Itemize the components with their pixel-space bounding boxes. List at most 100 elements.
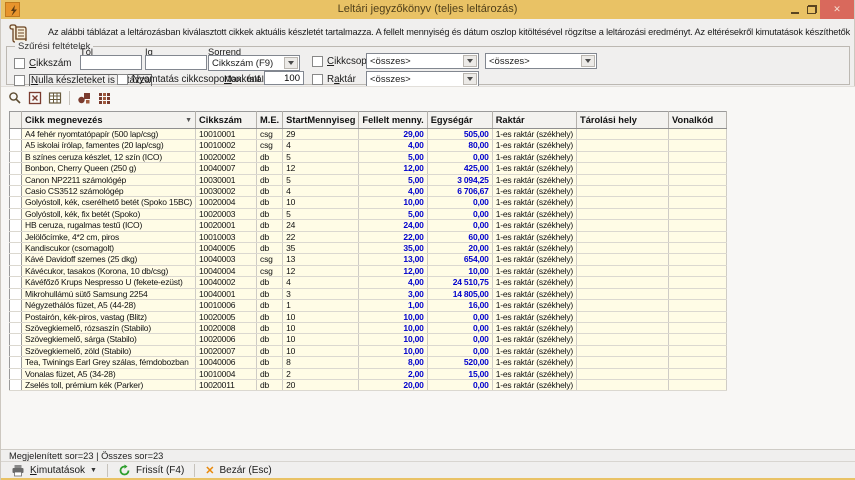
- table-grid-icon[interactable]: [47, 90, 63, 106]
- row-selector[interactable]: [10, 379, 22, 390]
- close-button[interactable]: ✕: [820, 0, 854, 19]
- row-selector[interactable]: [10, 288, 22, 299]
- cell-found[interactable]: 5,00: [359, 208, 427, 219]
- cell-found[interactable]: 22,00: [359, 231, 427, 242]
- cell-found[interactable]: 8,00: [359, 357, 427, 368]
- table-row[interactable]: Tea, Twinings Earl Grey szálas, fémdoboz…: [10, 357, 727, 368]
- row-selector[interactable]: [10, 277, 22, 288]
- column-header-start[interactable]: StartMennyiseg: [283, 112, 359, 129]
- chevron-down-icon[interactable]: [284, 57, 298, 69]
- cell-found[interactable]: 4,00: [359, 186, 427, 197]
- row-selector[interactable]: [10, 186, 22, 197]
- row-selector[interactable]: [10, 254, 22, 265]
- cell-found[interactable]: 10,00: [359, 197, 427, 208]
- chevron-down-icon[interactable]: [463, 55, 477, 67]
- checkbox-raktar[interactable]: Raktár: [312, 74, 356, 85]
- column-header-unit[interactable]: M.E.: [257, 112, 283, 129]
- table-row[interactable]: Vonalas füzet, A5 (34-28)10010004db22,00…: [10, 368, 727, 379]
- cell-found[interactable]: 13,00: [359, 254, 427, 265]
- cell-found[interactable]: 20,00: [359, 379, 427, 390]
- column-header-name[interactable]: Cikk megnevezés▼: [22, 112, 196, 129]
- cell-found[interactable]: 12,00: [359, 265, 427, 276]
- column-header-price[interactable]: Egységár: [427, 112, 492, 129]
- row-selector[interactable]: [10, 357, 22, 368]
- row-selector[interactable]: [10, 174, 22, 185]
- cell-found[interactable]: 24,00: [359, 220, 427, 231]
- table-row[interactable]: Jelölőcímke, 4*2 cm, piros10010003db2222…: [10, 231, 727, 242]
- table-row[interactable]: Kávécukor, tasakos (Korona, 10 db/csg)10…: [10, 265, 727, 276]
- raktar-dropdown[interactable]: <összes>: [366, 71, 479, 87]
- cell-found[interactable]: 35,00: [359, 243, 427, 254]
- table-row[interactable]: A5 iskolai írólap, famentes (20 lap/csg)…: [10, 140, 727, 151]
- cell-found[interactable]: 3,00: [359, 288, 427, 299]
- row-selector[interactable]: [10, 311, 22, 322]
- row-selector[interactable]: [10, 220, 22, 231]
- table-row[interactable]: A4 fehér nyomtatópapír (500 lap/csg)1001…: [10, 129, 727, 140]
- cell-found[interactable]: 2,00: [359, 368, 427, 379]
- row-selector[interactable]: [10, 368, 22, 379]
- kimutatasok-button[interactable]: Kimutatások ▼: [7, 464, 101, 477]
- table-row[interactable]: Golyóstoll, kék, fix betét (Spoko)100200…: [10, 208, 727, 219]
- row-selector[interactable]: [10, 140, 22, 151]
- restore-button[interactable]: [803, 0, 820, 19]
- cell-found[interactable]: 12,00: [359, 163, 427, 174]
- table-row[interactable]: B színes ceruza készlet, 12 szín (ICO)10…: [10, 151, 727, 162]
- row-selector[interactable]: [10, 265, 22, 276]
- row-selector[interactable]: [10, 322, 22, 333]
- cell-found[interactable]: 10,00: [359, 334, 427, 345]
- row-selector[interactable]: [10, 197, 22, 208]
- column-header-storage[interactable]: Tárolási hely: [577, 112, 669, 129]
- row-selector[interactable]: [10, 208, 22, 219]
- table-row[interactable]: Kávé Davidoff szemes (25 dkg)10040003csg…: [10, 254, 727, 265]
- cell-found[interactable]: 1,00: [359, 300, 427, 311]
- cell-found[interactable]: 5,00: [359, 174, 427, 185]
- cell-found[interactable]: 10,00: [359, 311, 427, 322]
- cell-found[interactable]: 10,00: [359, 322, 427, 333]
- frissit-button[interactable]: Frissít (F4): [114, 464, 188, 477]
- ig-input[interactable]: [145, 55, 207, 70]
- row-selector[interactable]: [10, 231, 22, 242]
- chevron-down-icon[interactable]: [581, 55, 595, 67]
- cell-found[interactable]: 5,00: [359, 151, 427, 162]
- table-row[interactable]: Kandiscukor (csomagolt)10040005db3535,00…: [10, 243, 727, 254]
- row-selector[interactable]: [10, 334, 22, 345]
- excel-export-icon[interactable]: [27, 90, 43, 106]
- row-selector[interactable]: [10, 243, 22, 254]
- cell-found[interactable]: 10,00: [359, 345, 427, 356]
- bezar-button[interactable]: ✕ Bezár (Esc): [201, 464, 275, 477]
- table-row[interactable]: Mikrohullámú sütő Samsung 225410040001db…: [10, 288, 727, 299]
- table-row[interactable]: Szövegkiemelő, rózsaszín (Stabilo)100200…: [10, 322, 727, 333]
- cell-found[interactable]: 29,00: [359, 129, 427, 140]
- table-row[interactable]: Postairón, kék-piros, vastag (Blitz)1002…: [10, 311, 727, 322]
- cikkcsoport-dropdown[interactable]: <összes>: [366, 53, 479, 69]
- table-row[interactable]: Canon NP2211 számológép10030001db55,003 …: [10, 174, 727, 185]
- tol-input[interactable]: [80, 55, 142, 70]
- column-header-warehouse[interactable]: Raktár: [492, 112, 576, 129]
- row-selector[interactable]: [10, 345, 22, 356]
- cell-found[interactable]: 4,00: [359, 277, 427, 288]
- row-selector[interactable]: [10, 300, 22, 311]
- table-row[interactable]: Golyóstoll, kék, cserélhető betét (Spoko…: [10, 197, 727, 208]
- column-header-found[interactable]: Fellelt menny.: [359, 112, 427, 129]
- checkbox-cikkszam[interactable]: Cikkszám: [14, 58, 71, 69]
- search-icon[interactable]: [7, 90, 23, 106]
- row-selector[interactable]: [10, 129, 22, 140]
- cikkcsoport-secondary-dropdown[interactable]: <összes>: [485, 53, 597, 69]
- table-row[interactable]: Kávéfőző Krups Nespresso U (fekete-ezüst…: [10, 277, 727, 288]
- cell-found[interactable]: 4,00: [359, 140, 427, 151]
- table-row[interactable]: Négyzethálós füzet, A5 (44-28)10010006db…: [10, 300, 727, 311]
- table-row[interactable]: Bonbon, Cherry Queen (250 g)10040007db12…: [10, 163, 727, 174]
- column-header-code[interactable]: Cikkszám: [196, 112, 257, 129]
- max-talalat-input[interactable]: [264, 71, 304, 85]
- table-row[interactable]: Szövegkiemelő, zöld (Stabilo)10020007db1…: [10, 345, 727, 356]
- column-header-barcode[interactable]: Vonalkód: [669, 112, 727, 129]
- table-row[interactable]: Casio CS3512 számológép10030002db44,006 …: [10, 186, 727, 197]
- chevron-down-icon[interactable]: [463, 73, 477, 85]
- table-row[interactable]: Szövegkiemelő, sárga (Stabilo)10020006db…: [10, 334, 727, 345]
- sorrend-dropdown[interactable]: Cikkszám (F9): [208, 55, 300, 71]
- grid-columns-icon[interactable]: [96, 90, 112, 106]
- row-selector[interactable]: [10, 151, 22, 162]
- table-row[interactable]: Zselés toll, prémium kék (Parker)1002001…: [10, 379, 727, 390]
- table-row[interactable]: HB ceruza, rugalmas testű (ICO)10020001d…: [10, 220, 727, 231]
- minimize-button[interactable]: [786, 0, 803, 19]
